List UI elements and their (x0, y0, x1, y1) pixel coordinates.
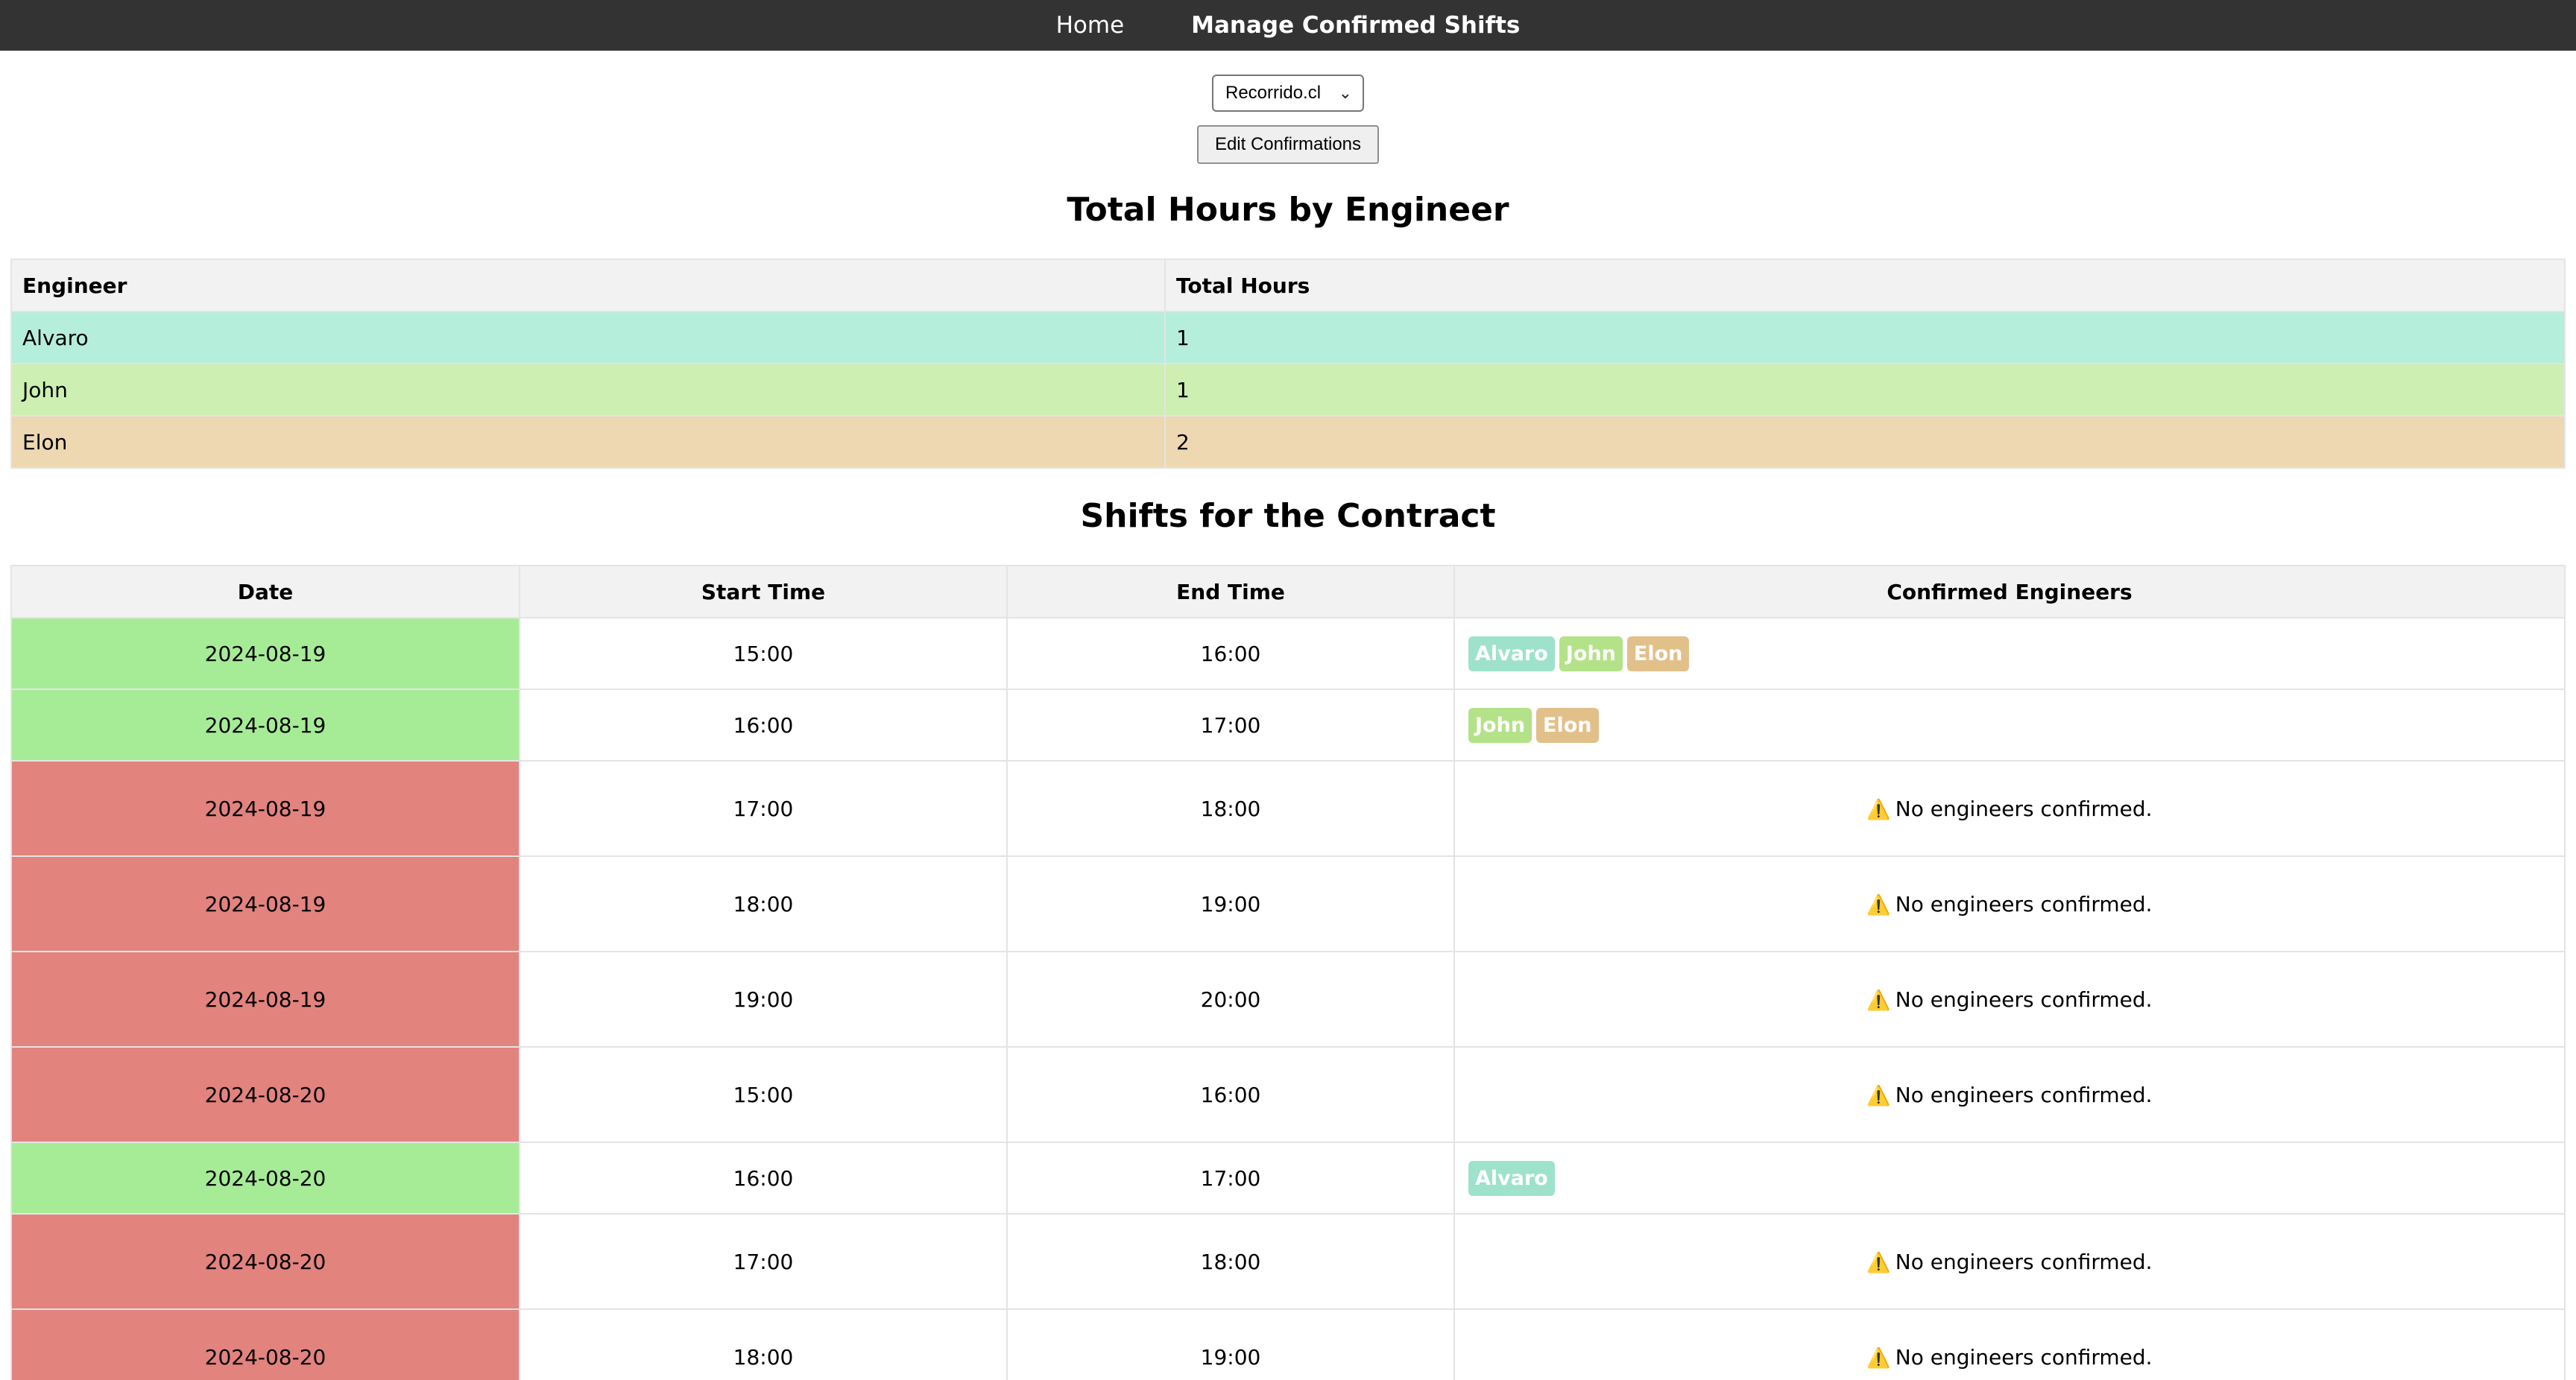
shift-start-cell: 17:00 (519, 760, 1008, 857)
column-header-start-time: Start Time (519, 565, 1008, 618)
table-row: 2024-08-20 18:00 19:00 ⚠️ No engineers confi… (10, 1308, 2566, 1380)
table-row: 2024-08-20 16:00 17:00 Alvaro (10, 1142, 2566, 1215)
table-header-row: Engineer Total Hours (10, 259, 2566, 312)
shift-end-cell: 17:00 (1006, 689, 1455, 762)
engineer-name-cell: Alvaro (10, 311, 1166, 364)
shifts-title: Shifts for the Contract (1080, 497, 1496, 535)
confirmed-engineers-cell: ⚠️ No engineers confirmed. (1453, 1308, 2566, 1380)
warning-icon: ⚠️ (1866, 1346, 1891, 1370)
shift-end-cell: 19:00 (1006, 855, 1455, 952)
total-hours-table: Engineer Total Hours Alvaro 1 John 1 Elon 2 (10, 259, 2566, 469)
column-header-end-time: End Time (1006, 565, 1455, 618)
engineer-badge: John (1559, 636, 1623, 671)
shift-date-cell: 2024-08-19 (10, 617, 520, 690)
shifts-table: Date Start Time End Time Confirmed Engin… (10, 565, 2566, 1380)
shift-start-cell: 18:00 (519, 855, 1008, 952)
shift-date-cell: 2024-08-19 (10, 689, 520, 762)
table-header-row: Date Start Time End Time Confirmed Engin… (10, 565, 2566, 618)
column-header-total-hours: Total Hours (1164, 259, 2566, 312)
shift-date-cell: 2024-08-19 (10, 760, 520, 857)
engineer-name-cell: John (10, 363, 1166, 417)
nav-manage-shifts-link[interactable]: Manage Confirmed Shifts (1191, 12, 1520, 39)
shift-end-cell: 16:00 (1006, 617, 1455, 690)
shift-date-cell: 2024-08-20 (10, 1308, 520, 1380)
warning-icon: ⚠️ (1866, 893, 1891, 917)
no-engineers-text: No engineers confirmed. (1895, 1082, 2153, 1107)
shift-start-cell: 18:00 (519, 1308, 1008, 1380)
shift-date-cell: 2024-08-20 (10, 1046, 520, 1143)
shift-end-cell: 17:00 (1006, 1142, 1455, 1215)
column-header-engineer: Engineer (10, 259, 1166, 312)
total-hours-cell: 1 (1164, 363, 2566, 417)
engineer-badge: John (1468, 707, 1532, 743)
table-row: 2024-08-19 16:00 17:00 John Elon (10, 689, 2566, 762)
no-engineers-text: No engineers confirmed. (1895, 1344, 2153, 1370)
table-row: 2024-08-19 15:00 16:00 Alvaro John Elon (10, 617, 2566, 690)
table-row: John 1 (10, 363, 2566, 417)
shift-date-cell: 2024-08-20 (10, 1213, 520, 1310)
table-row: 2024-08-19 17:00 18:00 ⚠️ No engineers confi… (10, 760, 2566, 857)
top-navbar: Home Manage Confirmed Shifts (0, 0, 2576, 51)
shift-end-cell: 18:00 (1006, 760, 1455, 857)
shift-start-cell: 16:00 (519, 689, 1008, 762)
shift-end-cell: 16:00 (1006, 1046, 1455, 1143)
confirmed-engineers-cell: ⚠️ No engineers confirmed. (1453, 855, 2566, 952)
table-row: 2024-08-19 19:00 20:00 ⚠️ No engineers confi… (10, 951, 2566, 1048)
warning-icon: ⚠️ (1866, 989, 1891, 1012)
shift-date-cell: 2024-08-19 (10, 951, 520, 1048)
controls: Recorrido.cl ⌄ Edit Confirmations (0, 51, 2576, 164)
shift-start-cell: 19:00 (519, 951, 1008, 1048)
shift-end-cell: 18:00 (1006, 1213, 1455, 1310)
shift-date-cell: 2024-08-20 (10, 1142, 520, 1215)
shift-start-cell: 15:00 (519, 1046, 1008, 1143)
contract-select[interactable]: Recorrido.cl ⌄ (1212, 75, 1364, 112)
total-hours-title: Total Hours by Engineer (1067, 191, 1509, 229)
edit-confirmations-button[interactable]: Edit Confirmations (1196, 125, 1380, 164)
warning-icon: ⚠️ (1866, 1251, 1891, 1274)
engineer-badge: Elon (1626, 636, 1690, 671)
confirmed-engineers-cell: Alvaro (1453, 1142, 2566, 1215)
no-engineers-text: No engineers confirmed. (1895, 796, 2153, 821)
engineer-badge: Alvaro (1468, 636, 1555, 671)
engineer-name-cell: Elon (10, 415, 1166, 469)
engineer-badge: Alvaro (1468, 1160, 1555, 1196)
engineer-badge: Elon (1536, 707, 1599, 743)
table-row: 2024-08-19 18:00 19:00 ⚠️ No engineers confi… (10, 855, 2566, 952)
warning-icon: ⚠️ (1866, 1084, 1891, 1107)
table-row: 2024-08-20 17:00 18:00 ⚠️ No engineers confi… (10, 1213, 2566, 1310)
shift-end-cell: 19:00 (1006, 1308, 1455, 1380)
shift-start-cell: 15:00 (519, 617, 1008, 690)
total-hours-cell: 2 (1164, 415, 2566, 469)
no-engineers-text: No engineers confirmed. (1895, 1249, 2153, 1274)
confirmed-engineers-cell: ⚠️ No engineers confirmed. (1453, 760, 2566, 857)
shift-start-cell: 16:00 (519, 1142, 1008, 1215)
column-header-date: Date (10, 565, 520, 618)
confirmed-engineers-cell: John Elon (1453, 689, 2566, 762)
shift-end-cell: 20:00 (1006, 951, 1455, 1048)
shift-start-cell: 17:00 (519, 1213, 1008, 1310)
no-engineers-text: No engineers confirmed. (1895, 987, 2153, 1012)
chevron-down-icon: ⌄ (1338, 83, 1352, 102)
confirmed-engineers-cell: Alvaro John Elon (1453, 617, 2566, 690)
column-header-confirmed-engineers: Confirmed Engineers (1453, 565, 2566, 618)
shift-date-cell: 2024-08-19 (10, 855, 520, 952)
table-row: Elon 2 (10, 415, 2566, 469)
confirmed-engineers-cell: ⚠️ No engineers confirmed. (1453, 1213, 2566, 1310)
confirmed-engineers-cell: ⚠️ No engineers confirmed. (1453, 951, 2566, 1048)
total-hours-cell: 1 (1164, 311, 2566, 364)
table-row: 2024-08-20 15:00 16:00 ⚠️ No engineers confi… (10, 1046, 2566, 1143)
contract-select-value: Recorrido.cl (1225, 83, 1322, 103)
nav-home-link[interactable]: Home (1056, 12, 1125, 39)
confirmed-engineers-cell: ⚠️ No engineers confirmed. (1453, 1046, 2566, 1143)
table-row: Alvaro 1 (10, 311, 2566, 364)
no-engineers-text: No engineers confirmed. (1895, 891, 2153, 917)
warning-icon: ⚠️ (1866, 798, 1891, 821)
